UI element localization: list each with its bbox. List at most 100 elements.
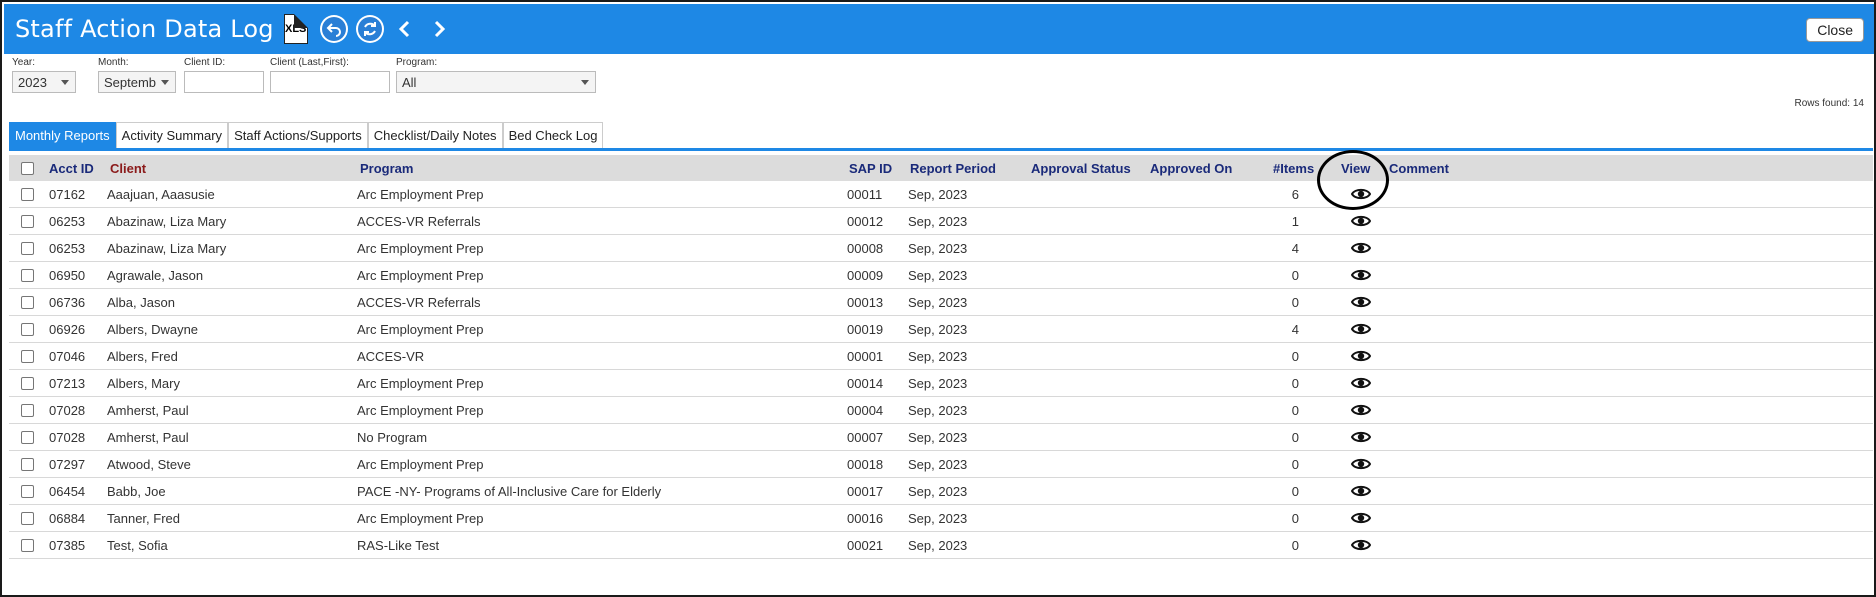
row-checkbox[interactable]: [21, 403, 34, 417]
month-select[interactable]: Septemb: [98, 71, 176, 93]
row-checkbox[interactable]: [21, 376, 34, 390]
eye-icon[interactable]: [1351, 538, 1371, 552]
client-id-input[interactable]: [184, 71, 264, 93]
eye-icon[interactable]: [1351, 214, 1371, 228]
row-checkbox[interactable]: [21, 457, 34, 471]
client-cell: Alba, Jason: [107, 294, 175, 310]
eye-icon[interactable]: [1351, 484, 1371, 498]
rows-found-count: Rows found: 14: [1794, 98, 1865, 109]
row-checkbox[interactable]: [21, 268, 34, 282]
program-cell: ACCES-VR: [357, 348, 425, 364]
eye-icon[interactable]: [1351, 457, 1371, 471]
row-checkbox[interactable]: [21, 187, 34, 201]
close-button[interactable]: Close: [1806, 18, 1864, 42]
tab-underline: [9, 148, 1873, 151]
acct-id-cell: 06253: [49, 213, 86, 229]
view-cell: [1351, 397, 1371, 423]
row-checkbox[interactable]: [21, 511, 34, 525]
program-select[interactable]: All: [396, 71, 596, 93]
tab-bed-check-log[interactable]: Bed Check Log: [502, 122, 604, 148]
select-all-checkbox[interactable]: [21, 161, 34, 175]
col-comment: Comment: [1389, 160, 1449, 176]
tab-activity-summary[interactable]: Activity Summary: [115, 122, 229, 148]
col-report-period[interactable]: Report Period: [910, 155, 996, 181]
sap-id-cell: 00019: [847, 321, 884, 337]
program-cell: Arc Employment Prep: [357, 456, 484, 472]
table-row: 06950 Agrawale, Jason Arc Employment Pre…: [9, 262, 1873, 289]
row-checkbox[interactable]: [21, 538, 34, 552]
table-row: 07028 Amherst, Paul No Program 00007 Sep…: [9, 424, 1873, 451]
row-select-cell: [21, 451, 34, 477]
items-cell: 0: [1291, 267, 1299, 283]
tab-monthly-reports[interactable]: Monthly Reports: [9, 122, 116, 148]
eye-icon[interactable]: [1351, 511, 1371, 525]
view-cell: [1351, 316, 1371, 342]
undo-button[interactable]: [319, 15, 348, 43]
next-button[interactable]: [426, 15, 452, 43]
month-filter: Month: Septemb: [98, 57, 176, 93]
tab-checklist-daily-notes[interactable]: Checklist/Daily Notes: [367, 122, 503, 148]
row-checkbox[interactable]: [21, 241, 34, 255]
sap-id-cell: 00011: [847, 186, 883, 202]
items-cell: 6: [1291, 186, 1299, 202]
row-checkbox[interactable]: [21, 322, 34, 336]
row-checkbox[interactable]: [21, 484, 34, 498]
client-name-input[interactable]: [270, 71, 390, 93]
client-cell: Aaajuan, Aaasusie: [107, 186, 215, 202]
client-name-filter: Client (Last,First):: [270, 57, 390, 93]
report-period-cell: Sep, 2023: [908, 240, 968, 256]
year-filter: Year: 2023: [12, 57, 76, 93]
year-label: Year:: [12, 57, 35, 68]
eye-icon[interactable]: [1351, 241, 1371, 255]
program-cell: Arc Employment Prep: [357, 240, 484, 256]
row-checkbox[interactable]: [21, 295, 34, 309]
client-cell: Amherst, Paul: [107, 429, 189, 445]
col-client[interactable]: Client: [110, 155, 146, 181]
eye-icon[interactable]: [1351, 322, 1371, 336]
report-period-cell: Sep, 2023: [908, 321, 968, 337]
row-checkbox[interactable]: [21, 430, 34, 444]
acct-id-cell: 06926: [49, 321, 86, 337]
col-approved-on[interactable]: Approved On: [1150, 155, 1232, 181]
eye-icon[interactable]: [1351, 403, 1371, 417]
year-select[interactable]: 2023: [12, 71, 76, 93]
eye-icon[interactable]: [1351, 376, 1371, 390]
program-cell: Arc Employment Prep: [357, 267, 484, 283]
acct-id-cell: 06884: [49, 510, 86, 526]
acct-id-cell: 06736: [49, 294, 86, 310]
table-header: Acct ID Client Program SAP ID Report Per…: [9, 155, 1873, 181]
col-sap-id[interactable]: SAP ID: [849, 155, 892, 181]
items-cell: 4: [1291, 321, 1299, 337]
col-acct-id[interactable]: Acct ID: [49, 155, 94, 181]
tab-staff-actions-supports[interactable]: Staff Actions/Supports: [228, 122, 368, 148]
col-items[interactable]: #Items: [1273, 155, 1314, 181]
table-row: 06884 Tanner, Fred Arc Employment Prep 0…: [9, 505, 1873, 532]
acct-id-cell: 07028: [49, 429, 86, 445]
view-cell: [1351, 424, 1371, 450]
col-approval-status[interactable]: Approval Status: [1031, 155, 1131, 181]
row-checkbox[interactable]: [21, 214, 34, 228]
col-program[interactable]: Program: [360, 155, 413, 181]
year-value: 2023: [18, 75, 47, 90]
program-cell: Arc Employment Prep: [357, 321, 484, 337]
eye-icon[interactable]: [1351, 430, 1371, 444]
items-cell: 0: [1291, 483, 1299, 499]
refresh-button[interactable]: [355, 15, 384, 43]
client-id-filter: Client ID:: [184, 57, 264, 93]
sap-id-cell: 00001: [847, 348, 884, 364]
client-name-label: Client (Last,First):: [270, 57, 349, 68]
program-cell: Arc Employment Prep: [357, 510, 484, 526]
title-bar: Staff Action Data Log XLS Close: [4, 4, 1874, 54]
eye-icon[interactable]: [1351, 268, 1371, 282]
acct-id-cell: 07046: [49, 348, 86, 364]
chevron-down-icon: [161, 80, 169, 85]
row-checkbox[interactable]: [21, 349, 34, 363]
items-cell: 0: [1291, 456, 1299, 472]
items-cell: 0: [1291, 402, 1299, 418]
eye-icon[interactable]: [1351, 349, 1371, 363]
eye-icon[interactable]: [1351, 187, 1371, 201]
previous-button[interactable]: [392, 15, 418, 43]
client-cell: Atwood, Steve: [107, 456, 191, 472]
eye-icon[interactable]: [1351, 295, 1371, 309]
excel-export-icon[interactable]: XLS: [283, 14, 308, 44]
